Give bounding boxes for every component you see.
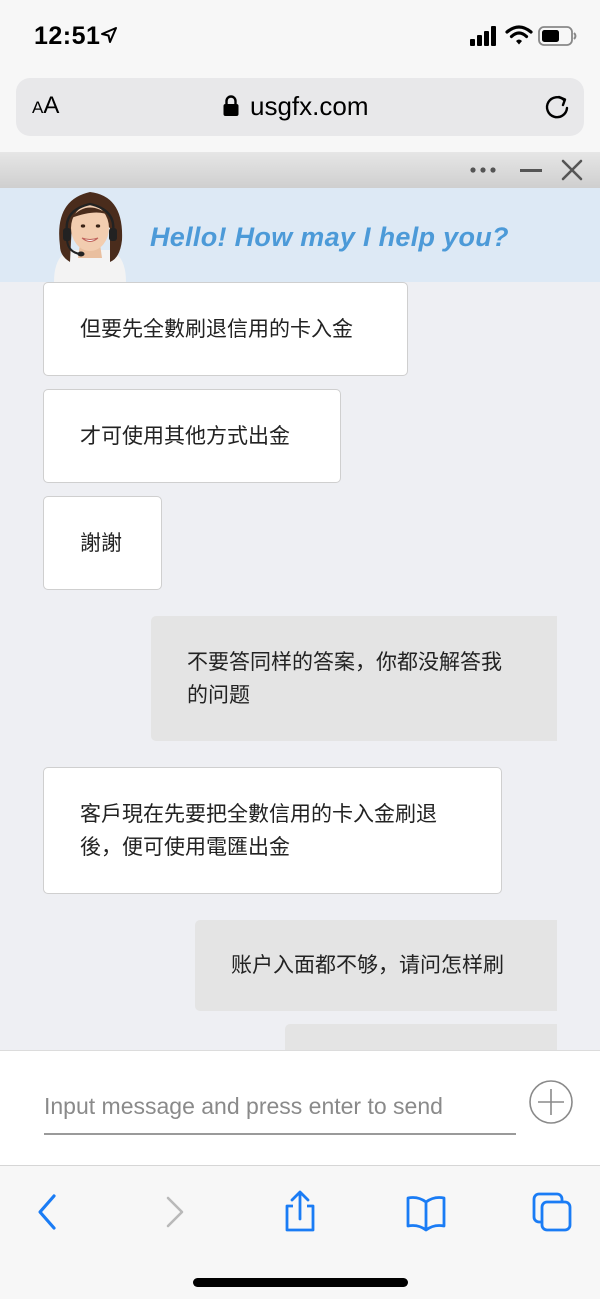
battery-icon (538, 26, 577, 46)
agent-message: 但要先全數刷退信用的卡入金 (43, 282, 408, 376)
browser-address-area: AA usgfx.com (0, 72, 600, 152)
reload-icon[interactable] (542, 92, 572, 122)
location-arrow-icon (101, 27, 117, 43)
status-bar: 12:51 (0, 0, 600, 72)
browser-toolbar (0, 1165, 600, 1299)
url-bar[interactable]: AA usgfx.com (16, 78, 584, 136)
agent-message: 客戶現在先要把全數信用的卡入金刷退後，便可使用電匯出金 (43, 767, 502, 894)
add-attachment-icon[interactable] (528, 1079, 574, 1125)
more-icon[interactable] (468, 160, 498, 180)
url-text: usgfx.com (250, 91, 369, 121)
signal-bars-icon (470, 26, 496, 46)
chat-banner: Hello! How may I help you? (0, 188, 600, 282)
wifi-icon (505, 25, 533, 45)
bookmarks-icon[interactable] (404, 1190, 448, 1234)
user-message (285, 1024, 557, 1050)
share-icon[interactable] (278, 1190, 322, 1234)
banner-greeting: Hello! How may I help you? (150, 222, 509, 252)
agent-message: 才可使用其他方式出金 (43, 389, 341, 483)
text-size-button[interactable]: AA (32, 92, 59, 120)
forward-icon (166, 1196, 184, 1228)
support-agent-avatar (54, 192, 126, 282)
message-composer (0, 1050, 600, 1165)
back-icon[interactable] (26, 1190, 70, 1234)
message-list[interactable]: 但要先全數刷退信用的卡入金 才可使用其他方式出金 謝謝 不要答同样的答案，你都没… (0, 282, 600, 1050)
lock-icon (223, 95, 239, 116)
user-message: 账户入面都不够，请问怎样刷 (195, 920, 557, 1011)
chat-window-header (0, 152, 600, 188)
home-indicator[interactable] (193, 1278, 408, 1287)
close-icon[interactable] (560, 158, 584, 182)
status-time: 12:51 (34, 22, 101, 50)
message-input[interactable] (44, 1079, 516, 1135)
minimize-icon[interactable] (518, 160, 544, 180)
user-message: 不要答同样的答案，你都没解答我的问题 (151, 616, 557, 741)
agent-message: 謝謝 (43, 496, 162, 590)
tabs-icon[interactable] (530, 1190, 574, 1234)
